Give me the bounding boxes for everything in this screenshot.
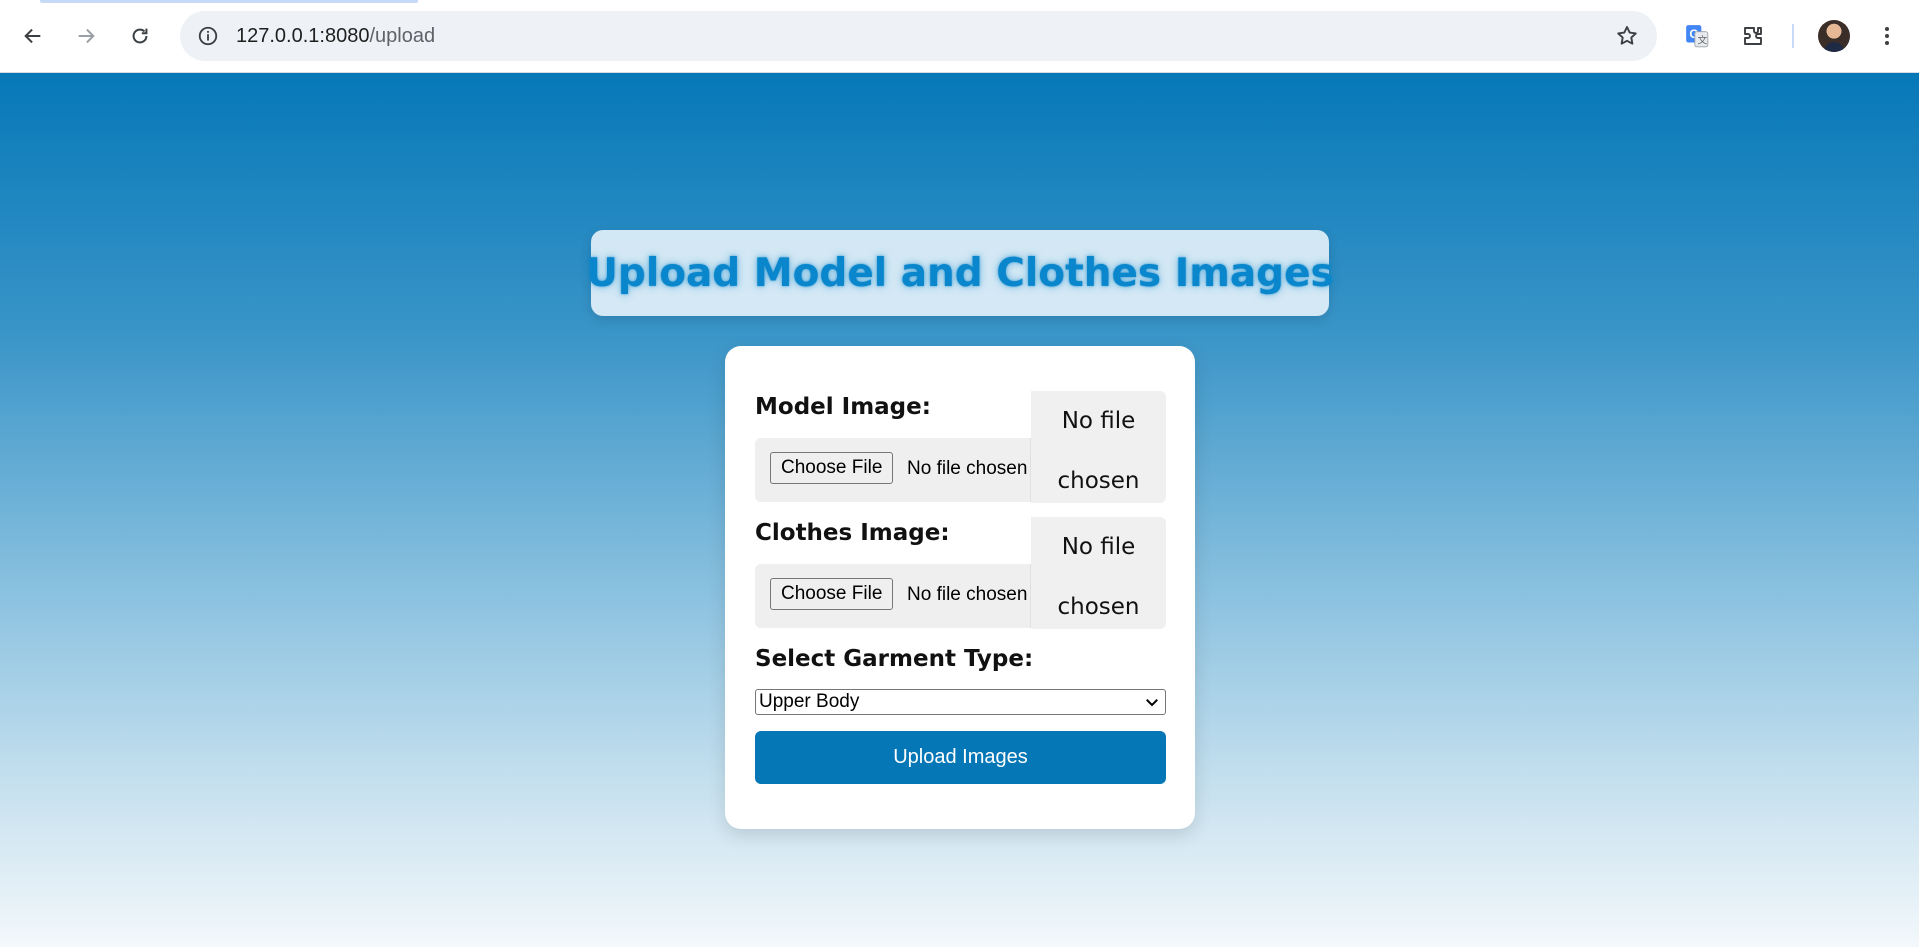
- forward-button[interactable]: [68, 18, 104, 54]
- clothes-choose-file-button[interactable]: Choose File: [770, 578, 894, 610]
- garment-type-label: Select Garment Type:: [755, 646, 1034, 672]
- clothes-file-box: Choose File No file chosen: [755, 564, 1031, 628]
- tab-strip-indicator: [40, 0, 418, 3]
- url-text: 127.0.0.1:8080/upload: [236, 25, 435, 48]
- reload-icon: [132, 28, 148, 44]
- page-viewport: Upload Model and Clothes Images Model Im…: [0, 73, 1919, 947]
- toolbar-divider: [1792, 24, 1794, 48]
- site-info-icon[interactable]: [192, 20, 224, 52]
- browser-toolbar: 127.0.0.1:8080/upload G文: [0, 0, 1919, 73]
- page-title-box: Upload Model and Clothes Images: [586, 230, 1334, 316]
- address-bar[interactable]: 127.0.0.1:8080/upload: [180, 11, 1657, 61]
- garment-type-value: Upper Body: [759, 691, 860, 712]
- page-title: Upload Model and Clothes Images: [586, 250, 1334, 296]
- upload-images-button[interactable]: Upload Images: [755, 731, 1166, 784]
- chevron-down-icon: [1146, 699, 1158, 707]
- google-translate-icon[interactable]: G文: [1680, 19, 1714, 53]
- url-path: /upload: [369, 25, 436, 47]
- model-image-label: Model Image:: [755, 394, 931, 420]
- model-file-box: Choose File No file chosen: [755, 438, 1031, 502]
- svg-text:文: 文: [1698, 34, 1708, 47]
- model-choose-file-button[interactable]: Choose File: [770, 452, 894, 484]
- model-file-status: No file chosen: [1031, 391, 1166, 503]
- more-menu-icon[interactable]: [1870, 19, 1904, 53]
- upload-form: Model Image: Choose File No file chosen …: [725, 346, 1195, 829]
- extensions-icon[interactable]: [1736, 19, 1770, 53]
- forward-arrow-icon: [78, 28, 95, 44]
- clothes-status-line-2: chosen: [1057, 594, 1140, 620]
- clothes-file-status-inline: No file chosen: [907, 584, 1028, 605]
- clothes-file-status: No file chosen: [1031, 517, 1166, 629]
- clothes-status-line-1: No file: [1061, 534, 1136, 560]
- profile-avatar[interactable]: [1818, 20, 1850, 52]
- back-arrow-icon: [24, 28, 41, 44]
- model-status-line-2: chosen: [1057, 468, 1140, 494]
- reload-button[interactable]: [122, 18, 158, 54]
- model-file-status-inline: No file chosen: [907, 458, 1028, 479]
- url-host: 127.0.0.1:8080: [236, 25, 370, 47]
- back-button[interactable]: [15, 18, 51, 54]
- clothes-image-label: Clothes Image:: [755, 520, 950, 546]
- bookmark-star-icon[interactable]: [1613, 22, 1641, 50]
- garment-type-select[interactable]: Upper Body: [755, 689, 1166, 715]
- model-status-line-1: No file: [1061, 408, 1136, 434]
